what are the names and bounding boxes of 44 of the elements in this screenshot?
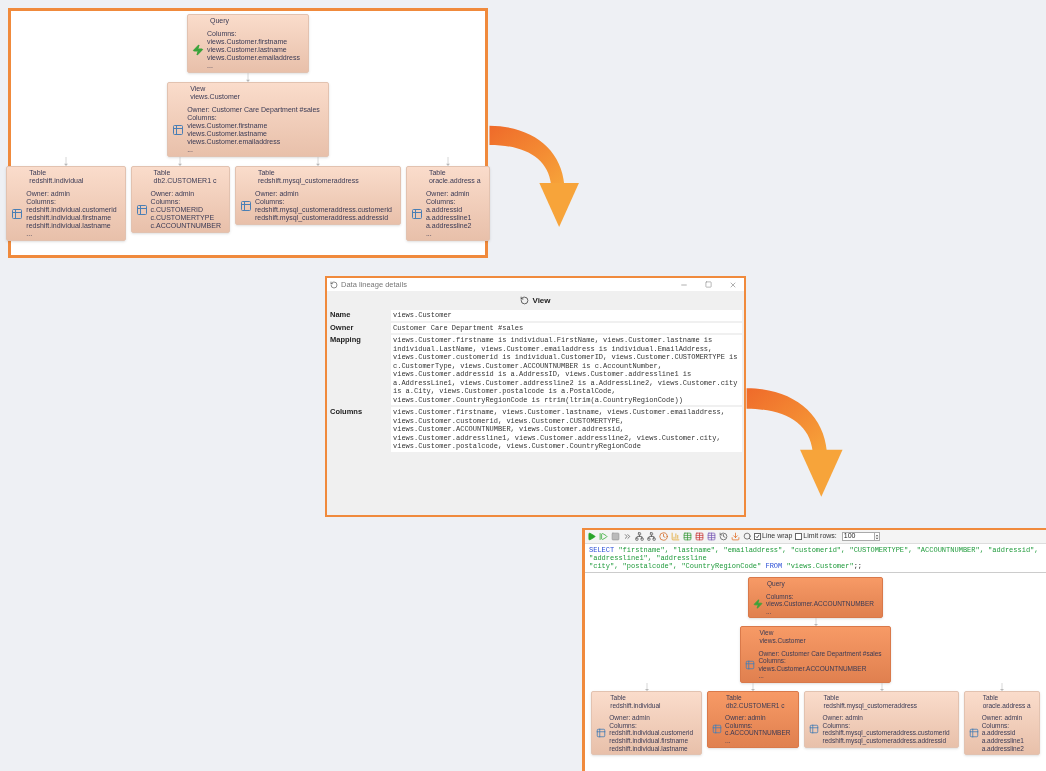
connector-arrow [750, 682, 757, 691]
table-icon [172, 124, 185, 136]
connector-arrow [878, 682, 885, 691]
spinner-icon[interactable] [873, 533, 879, 540]
play-icon[interactable] [587, 532, 596, 541]
close-icon[interactable] [729, 280, 737, 289]
hierarchy-icon[interactable] [635, 532, 644, 541]
table-icon[interactable] [695, 532, 704, 541]
download-icon[interactable] [731, 532, 740, 541]
connector-arrow [245, 73, 251, 82]
connector-arrow [812, 618, 819, 627]
table-icon [410, 208, 423, 220]
table-icon [11, 208, 24, 220]
search-icon[interactable] [743, 532, 752, 541]
connector-arrow [643, 682, 650, 691]
connector-arrow [314, 157, 321, 166]
connector-arrow [444, 157, 451, 166]
bar-chart-icon[interactable] [671, 532, 680, 541]
section-heading: View [532, 294, 551, 307]
hierarchy-icon[interactable] [647, 532, 656, 541]
connector-arrow [177, 157, 184, 166]
table-icon[interactable] [683, 532, 692, 541]
clock-icon[interactable] [659, 532, 668, 541]
chevrons-icon[interactable] [623, 532, 632, 541]
table-icon [596, 728, 607, 739]
history-icon [330, 280, 338, 289]
history-icon[interactable] [719, 532, 728, 541]
step-icon[interactable] [599, 532, 608, 541]
checkbox[interactable] [754, 533, 761, 540]
table-icon [745, 659, 756, 670]
connector-arrow [998, 682, 1005, 691]
connector-arrow [62, 157, 69, 166]
maximize-icon[interactable] [705, 281, 712, 288]
table-icon [968, 728, 979, 739]
table-icon [239, 200, 252, 212]
stop-icon[interactable] [611, 532, 620, 541]
lightning-icon [192, 44, 204, 56]
lightning-icon [753, 599, 763, 609]
checkbox[interactable] [795, 533, 803, 540]
table-icon [712, 724, 723, 735]
table-icon [809, 724, 820, 735]
history-icon [520, 296, 530, 305]
table-icon [135, 204, 148, 216]
table-icon[interactable] [707, 532, 716, 541]
